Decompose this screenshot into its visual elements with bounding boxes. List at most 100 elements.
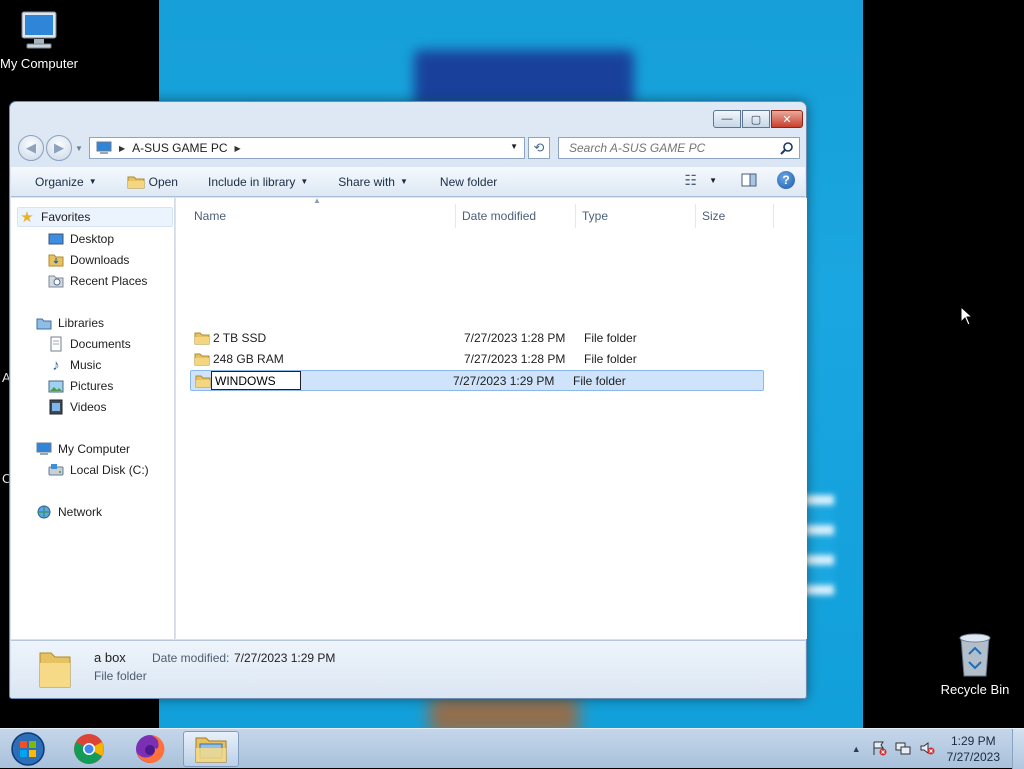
column-header-label: Type bbox=[582, 209, 609, 223]
show-desktop-button[interactable] bbox=[1012, 729, 1024, 769]
new-folder-button[interactable]: New folder bbox=[432, 170, 505, 194]
desktop-icon bbox=[47, 231, 65, 247]
nav-documents[interactable]: Documents bbox=[47, 334, 131, 354]
downloads-folder-icon bbox=[47, 252, 65, 268]
details-item-type: File folder bbox=[94, 669, 147, 683]
start-button[interactable] bbox=[0, 731, 56, 767]
maximize-icon: ▢ bbox=[750, 113, 762, 126]
computer-icon bbox=[35, 441, 53, 457]
nav-label: Music bbox=[70, 358, 102, 372]
column-header-size[interactable]: Size bbox=[696, 204, 774, 228]
nav-recent-places[interactable]: Recent Places bbox=[47, 271, 147, 291]
address-bar[interactable]: ▶ A-SUS GAME PC ▶ ▼ bbox=[89, 137, 525, 159]
computer-icon bbox=[21, 11, 57, 49]
firefox-taskbar-button[interactable] bbox=[122, 731, 178, 767]
file-type: File folder bbox=[573, 374, 626, 388]
show-hidden-icons-icon[interactable]: ▲ bbox=[852, 744, 861, 754]
clock-time: 1:29 PM bbox=[950, 734, 996, 748]
minimize-button[interactable]: — bbox=[713, 110, 741, 128]
network-icon bbox=[35, 504, 53, 520]
desktop-icon-my-computer[interactable]: My Computer bbox=[0, 10, 84, 71]
network-status-icon[interactable] bbox=[895, 740, 911, 759]
breadcrumb-item[interactable]: A-SUS GAME PC bbox=[132, 141, 227, 155]
computer-icon bbox=[96, 141, 112, 154]
folder-icon bbox=[195, 375, 211, 388]
column-header-date-modified[interactable]: Date modified bbox=[456, 204, 576, 228]
file-row[interactable]: 248 GB RAM 7/27/2023 1:28 PM File folder bbox=[190, 349, 764, 370]
new-folder-label: New folder bbox=[439, 174, 498, 189]
share-with-button[interactable]: Share with ▼ bbox=[330, 170, 416, 194]
column-header-name[interactable]: Name bbox=[188, 204, 456, 228]
desktop-icon-recycle-bin[interactable]: Recycle Bin bbox=[930, 630, 1020, 697]
nav-libraries[interactable]: Libraries bbox=[35, 313, 104, 333]
file-name: 2 TB SSD bbox=[213, 331, 267, 345]
include-in-library-button[interactable]: Include in library ▼ bbox=[200, 170, 316, 194]
search-icon[interactable] bbox=[780, 141, 794, 155]
wallpaper-shape bbox=[414, 50, 634, 105]
search-input[interactable] bbox=[567, 140, 772, 156]
chevron-down-icon: ▼ bbox=[300, 177, 309, 186]
nav-network[interactable]: Network bbox=[35, 502, 102, 522]
forward-button[interactable]: ▶ bbox=[46, 135, 72, 161]
volume-muted-icon[interactable] bbox=[919, 740, 935, 759]
library-icon bbox=[35, 315, 53, 331]
windows-explorer-taskbar-button[interactable] bbox=[183, 731, 239, 767]
nav-videos[interactable]: Videos bbox=[47, 397, 106, 417]
chevron-down-icon: ▼ bbox=[88, 177, 97, 186]
windows-logo-icon bbox=[11, 732, 45, 766]
nav-local-disk[interactable]: Local Disk (C:) bbox=[47, 460, 149, 480]
nav-downloads[interactable]: Downloads bbox=[47, 250, 129, 270]
chrome-taskbar-button[interactable] bbox=[61, 731, 117, 767]
chrome-icon bbox=[74, 734, 104, 764]
explorer-window[interactable]: — ▢ ✕ ◀ ▶ ▼ ▶ A-SUS GAME PC ▶ ▼ ⟲ Search… bbox=[9, 101, 807, 699]
documents-icon bbox=[47, 336, 65, 352]
nav-music[interactable]: ♪ Music bbox=[47, 355, 101, 375]
back-arrow-icon: ◀ bbox=[26, 140, 36, 155]
wallpaper-shape bbox=[429, 695, 579, 728]
open-button[interactable]: Open bbox=[119, 170, 186, 194]
folder-library-icon bbox=[195, 737, 227, 763]
column-header-label: Size bbox=[702, 209, 726, 223]
minimize-icon: — bbox=[721, 113, 733, 125]
rename-input[interactable] bbox=[211, 371, 301, 390]
file-row[interactable]: 2 TB SSD 7/27/2023 1:28 PM File folder bbox=[190, 328, 764, 349]
wallpaper-shape bbox=[804, 495, 834, 595]
nav-label: Videos bbox=[70, 400, 107, 414]
nav-pictures[interactable]: Pictures bbox=[47, 376, 113, 396]
file-type: File folder bbox=[584, 352, 637, 366]
chevron-down-icon: ▼ bbox=[399, 177, 408, 186]
file-row-selected[interactable]: 7/27/2023 1:29 PM File folder bbox=[190, 370, 764, 391]
recent-places-icon bbox=[47, 273, 65, 289]
breadcrumb-separator-icon[interactable]: ▶ bbox=[235, 144, 241, 153]
star-icon: ★ bbox=[20, 209, 34, 226]
file-type: File folder bbox=[584, 331, 637, 345]
recent-pages-dropdown[interactable]: ▼ bbox=[75, 144, 83, 153]
change-view-button[interactable]: ☷ ▼ bbox=[685, 172, 717, 189]
breadcrumb-separator-icon[interactable]: ▶ bbox=[119, 144, 125, 153]
column-header-label: Name bbox=[194, 209, 227, 223]
help-icon[interactable]: ? bbox=[777, 171, 795, 189]
back-button[interactable]: ◀ bbox=[18, 135, 44, 161]
desktop-icon-label: Recycle Bin bbox=[940, 682, 1010, 697]
file-list[interactable]: ▲ Name Date modified Type Size 2 TB SSD … bbox=[176, 196, 807, 639]
action-center-icon[interactable] bbox=[871, 740, 887, 759]
nav-desktop[interactable]: Desktop bbox=[47, 229, 114, 249]
nav-label: Recent Places bbox=[70, 274, 148, 288]
column-header-type[interactable]: Type bbox=[576, 204, 696, 228]
search-box[interactable] bbox=[558, 137, 800, 159]
close-button[interactable]: ✕ bbox=[771, 110, 803, 128]
address-dropdown-icon[interactable]: ▼ bbox=[510, 142, 518, 151]
command-bar: Organize ▼ Open Include in library ▼ Share… bbox=[11, 167, 805, 197]
taskbar-clock[interactable]: 1:29 PM 7/27/2023 bbox=[947, 733, 1000, 765]
nav-my-computer[interactable]: My Computer bbox=[35, 439, 130, 459]
preview-pane-button[interactable] bbox=[741, 173, 757, 187]
organize-button[interactable]: Organize ▼ bbox=[27, 170, 105, 194]
pictures-icon bbox=[47, 378, 65, 394]
firefox-icon bbox=[136, 734, 165, 763]
refresh-button[interactable]: ⟲ bbox=[528, 137, 550, 159]
maximize-button[interactable]: ▢ bbox=[742, 110, 770, 128]
navigation-bar: ◀ ▶ ▼ ▶ A-SUS GAME PC ▶ ▼ ⟲ bbox=[18, 135, 800, 161]
nav-favorites[interactable]: ★ Favorites bbox=[17, 207, 173, 227]
nav-label: Libraries bbox=[58, 316, 105, 330]
folder-large-icon bbox=[39, 652, 71, 688]
